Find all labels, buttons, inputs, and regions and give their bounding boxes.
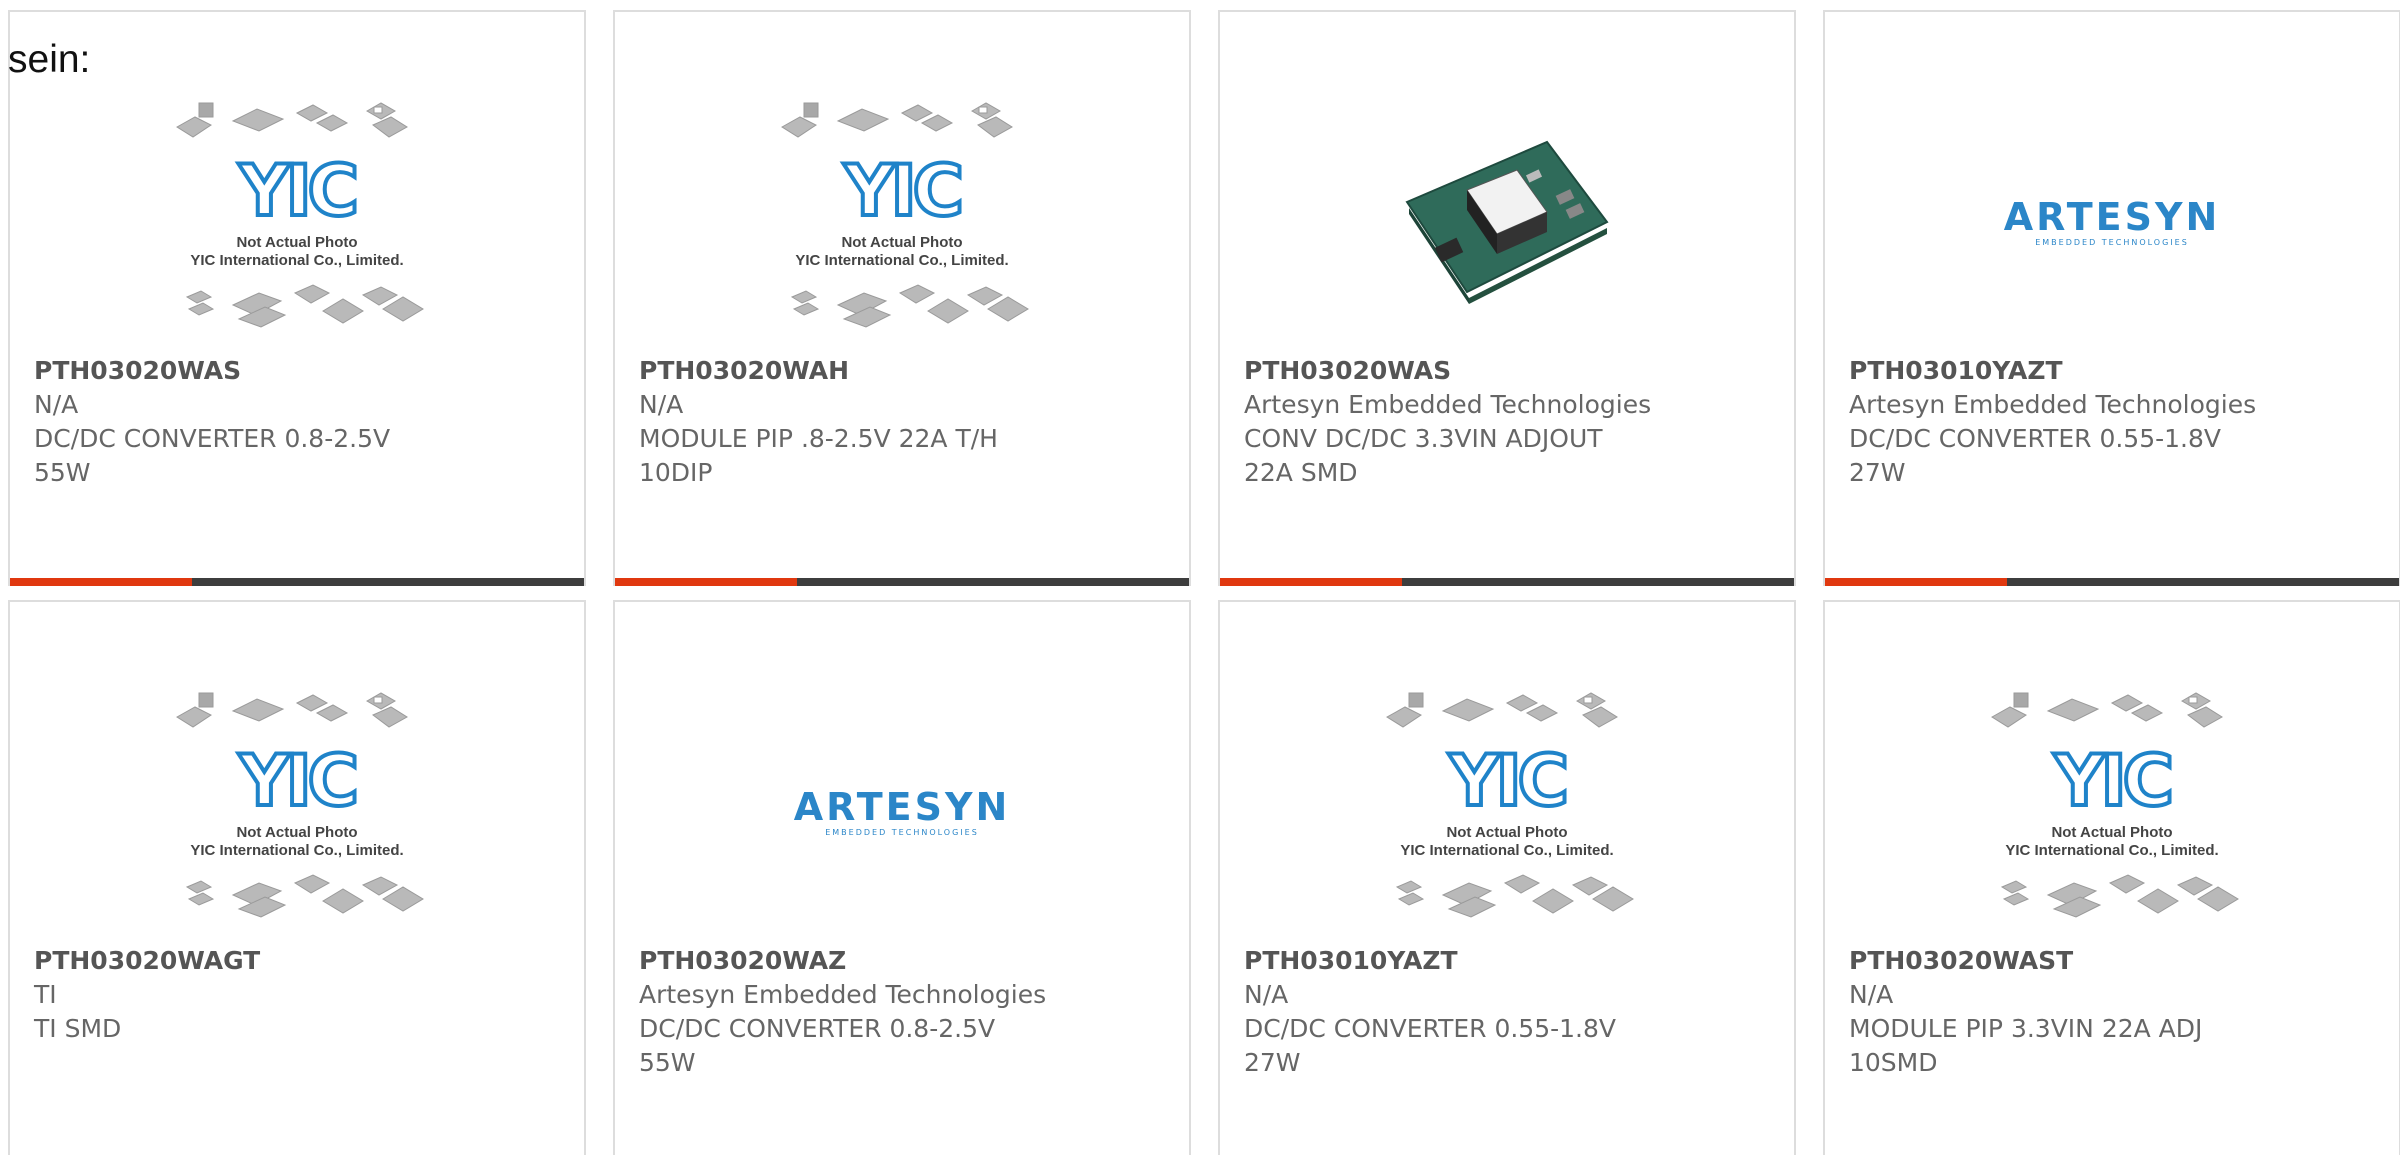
product-thumbnail[interactable]: YIC Not Actual Photo YIC International C…: [615, 92, 1189, 352]
product-description: DC/DC CONVERTER 0.55-1.8V 27W: [1244, 1014, 1616, 1077]
yic-placeholder-image: YIC Not Actual Photo YIC International C…: [176, 102, 424, 328]
product-thumbnail[interactable]: ARTESYN EMBEDDED TECHNOLOGIES: [1825, 92, 2399, 352]
product-description: TI SMD: [34, 1014, 122, 1043]
yic-placeholder-image: YIC Not Actual Photo YIC International C…: [176, 692, 424, 918]
placeholder-caption: Not Actual Photo: [236, 824, 357, 841]
yic-logo: YIC: [1448, 740, 1565, 822]
product-description: MODULE PIP 3.3VIN 22A ADJ 10SMD: [1849, 1014, 2203, 1077]
product-info: PTH03020WAST N/A MODULE PIP 3.3VIN 22A A…: [1849, 944, 2379, 1080]
yic-placeholder-image: YIC Not Actual Photo YIC International C…: [1386, 692, 1634, 918]
placeholder-company: YIC International Co., Limited.: [190, 842, 403, 859]
product-listing-page: sein: YIC Not Actual Photo YIC Internati…: [0, 0, 2400, 1155]
product-info: PTH03020WAS Artesyn Embedded Technologie…: [1244, 354, 1774, 490]
card-accent-bar: [10, 578, 192, 586]
manufacturer: N/A: [34, 390, 79, 419]
yic-logo: YIC: [2053, 740, 2170, 822]
part-number-link[interactable]: PTH03020WAGT: [34, 944, 564, 978]
placeholder-company: YIC International Co., Limited.: [1400, 842, 1613, 859]
product-card-7[interactable]: YIC Not Actual Photo YIC International C…: [1218, 600, 1796, 1155]
product-card-2[interactable]: YIC Not Actual Photo YIC International C…: [613, 10, 1191, 586]
placeholder-company: YIC International Co., Limited.: [795, 252, 1008, 269]
part-number-link[interactable]: PTH03020WAH: [639, 354, 1169, 388]
product-info: PTH03020WAGT TI TI SMD: [34, 944, 564, 1046]
product-info: PTH03020WAH N/A MODULE PIP .8-2.5V 22A T…: [639, 354, 1169, 490]
part-number-link[interactable]: PTH03020WAS: [1244, 354, 1774, 388]
card-bottom-bar: [1220, 578, 1794, 586]
product-description: DC/DC CONVERTER 0.8-2.5V 55W: [34, 424, 391, 487]
yic-placeholder-image: YIC Not Actual Photo YIC International C…: [1991, 692, 2239, 918]
product-thumbnail[interactable]: YIC Not Actual Photo YIC International C…: [10, 92, 584, 352]
artesyn-logo: ARTESYN EMBEDDED TECHNOLOGIES: [2004, 198, 2221, 247]
lead-text: sein:: [8, 38, 91, 81]
card-bottom-bar: [615, 578, 1189, 586]
placeholder-caption: Not Actual Photo: [1446, 824, 1567, 841]
manufacturer: N/A: [1849, 980, 1894, 1009]
placeholder-company: YIC International Co., Limited.: [2005, 842, 2218, 859]
artesyn-logo-tagline: EMBEDDED TECHNOLOGIES: [2035, 237, 2189, 247]
part-number-link[interactable]: PTH03020WAST: [1849, 944, 2379, 978]
manufacturer: N/A: [639, 390, 684, 419]
part-number-link[interactable]: PTH03020WAS: [34, 354, 564, 388]
product-card-8[interactable]: YIC Not Actual Photo YIC International C…: [1823, 600, 2400, 1155]
manufacturer: Artesyn Embedded Technologies: [1244, 390, 1652, 419]
manufacturer: TI: [34, 980, 57, 1009]
product-thumbnail[interactable]: YIC Not Actual Photo YIC International C…: [1825, 682, 2399, 942]
product-description: MODULE PIP .8-2.5V 22A T/H 10DIP: [639, 424, 998, 487]
part-number-link[interactable]: PTH03010YAZT: [1849, 354, 2379, 388]
product-description: DC/DC CONVERTER 0.8-2.5V 55W: [639, 1014, 996, 1077]
product-thumbnail[interactable]: YIC Not Actual Photo YIC International C…: [1220, 682, 1794, 942]
yic-logo: YIC: [238, 740, 355, 822]
yic-logo: YIC: [843, 150, 960, 232]
manufacturer: N/A: [1244, 980, 1289, 1009]
product-card-6[interactable]: ARTESYN EMBEDDED TECHNOLOGIES PTH03020WAZ…: [613, 600, 1191, 1155]
product-thumbnail[interactable]: [1220, 92, 1794, 352]
card-accent-bar: [1220, 578, 1402, 586]
product-thumbnail[interactable]: YIC Not Actual Photo YIC International C…: [10, 682, 584, 942]
product-description: CONV DC/DC 3.3VIN ADJOUT 22A SMD: [1244, 424, 1603, 487]
placeholder-caption: Not Actual Photo: [236, 234, 357, 251]
manufacturer: Artesyn Embedded Technologies: [639, 980, 1047, 1009]
yic-placeholder-image: YIC Not Actual Photo YIC International C…: [781, 102, 1029, 328]
yic-logo: YIC: [238, 150, 355, 232]
product-info: PTH03010YAZT N/A DC/DC CONVERTER 0.55-1.…: [1244, 944, 1774, 1080]
product-grid: YIC Not Actual Photo YIC International C…: [8, 10, 2400, 1155]
product-info: PTH03010YAZT Artesyn Embedded Technologi…: [1849, 354, 2379, 490]
product-info: PTH03020WAZ Artesyn Embedded Technologie…: [639, 944, 1169, 1080]
product-card-5[interactable]: YIC Not Actual Photo YIC International C…: [8, 600, 586, 1155]
card-bottom-bar: [1825, 578, 2399, 586]
card-accent-bar: [615, 578, 797, 586]
artesyn-logo-word: ARTESYN: [2003, 194, 2221, 239]
placeholder-caption: Not Actual Photo: [2051, 824, 2172, 841]
part-number-link[interactable]: PTH03010YAZT: [1244, 944, 1774, 978]
product-thumbnail[interactable]: ARTESYN EMBEDDED TECHNOLOGIES: [615, 682, 1189, 942]
artesyn-logo-tagline: EMBEDDED TECHNOLOGIES: [825, 827, 979, 837]
product-info: PTH03020WAS N/A DC/DC CONVERTER 0.8-2.5V…: [34, 354, 564, 490]
card-accent-bar: [1825, 578, 2007, 586]
product-card-4[interactable]: ARTESYN EMBEDDED TECHNOLOGIES PTH03010YAZ…: [1823, 10, 2400, 586]
manufacturer: Artesyn Embedded Technologies: [1849, 390, 2257, 419]
artesyn-logo: ARTESYN EMBEDDED TECHNOLOGIES: [794, 788, 1011, 837]
placeholder-caption: Not Actual Photo: [841, 234, 962, 251]
part-number-link[interactable]: PTH03020WAZ: [639, 944, 1169, 978]
card-bottom-bar: [10, 578, 584, 586]
placeholder-company: YIC International Co., Limited.: [190, 252, 403, 269]
artesyn-logo-word: ARTESYN: [793, 784, 1011, 829]
product-card-3[interactable]: PTH03020WAS Artesyn Embedded Technologie…: [1218, 10, 1796, 586]
product-card-1[interactable]: YIC Not Actual Photo YIC International C…: [8, 10, 586, 586]
product-description: DC/DC CONVERTER 0.55-1.8V 27W: [1849, 424, 2221, 487]
pcb-module-photo: [1405, 140, 1609, 304]
